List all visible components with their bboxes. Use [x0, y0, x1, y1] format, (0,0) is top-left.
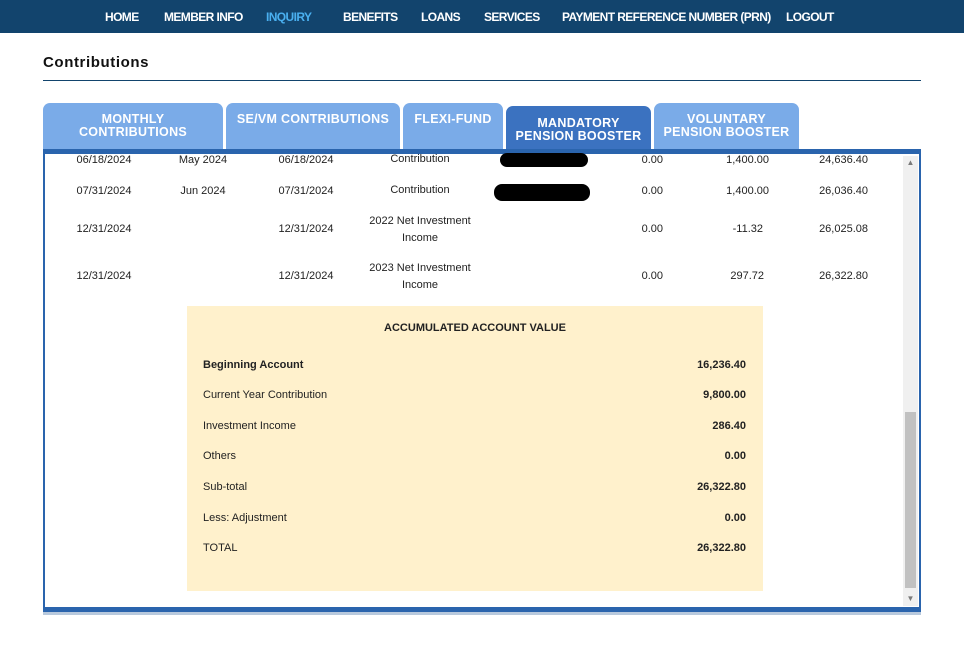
summary-label-investment-income: Investment Income: [203, 420, 296, 432]
summary-label-total: TOTAL: [203, 542, 238, 554]
tab-label-line2: PENSION BOOSTER: [663, 125, 790, 139]
amount-col1: 0.00: [641, 185, 663, 197]
amount-col2: -11.32: [732, 223, 763, 235]
scroll-up-arrow-icon[interactable]: ▲: [903, 156, 918, 170]
summary-value-less-adjustment: 0.00: [724, 512, 746, 524]
tab-mandatory-pension-booster[interactable]: MANDATORY PENSION BOOSTER: [506, 106, 651, 149]
panel-bottom-shadow: [43, 612, 921, 615]
tab-label-line2: CONTRIBUTIONS: [78, 125, 188, 139]
description-line1: Contribution: [390, 153, 450, 165]
summary-value-total: 26,322.80: [697, 542, 746, 554]
summary-value-others: 0.00: [724, 450, 746, 462]
transaction-description: Contribution: [360, 151, 480, 168]
vertical-scrollbar[interactable]: ▲ ▼: [903, 156, 918, 606]
top-navigation-bar: HOME MEMBER INFO INQUIRY BENEFITS LOANS …: [0, 0, 964, 33]
tab-flexi-fund[interactable]: FLEXI-FUND: [403, 103, 503, 149]
accumulated-title: ACCUMULATED ACCOUNT VALUE: [384, 322, 566, 334]
running-balance: 26,322.80: [819, 270, 868, 282]
summary-label-sub-total: Sub-total: [203, 481, 248, 493]
amount-col1: 0.00: [641, 223, 663, 235]
nav-inquiry[interactable]: INQUIRY: [266, 10, 312, 24]
running-balance: 26,025.08: [819, 223, 868, 235]
redaction-mark: [500, 153, 588, 167]
transaction-description: 2023 Net Investment Income: [360, 260, 480, 294]
nav-logout[interactable]: LOGOUT: [786, 10, 834, 24]
nav-services[interactable]: SERVICES: [484, 10, 540, 24]
transaction-description: Contribution: [360, 182, 480, 199]
running-balance: 24,636.40: [819, 154, 868, 166]
posting-date: 12/31/2024: [76, 223, 132, 235]
summary-value-sub-total: 26,322.80: [697, 481, 746, 493]
scrollbar-thumb[interactable]: [905, 412, 916, 588]
posting-date: 12/31/2024: [76, 270, 132, 282]
transaction-date: 12/31/2024: [278, 270, 334, 282]
amount-col2: 297.72: [730, 270, 764, 282]
applicable-period: May 2024: [178, 154, 228, 166]
description-line1: Contribution: [390, 184, 450, 196]
amount-col2: 1,400.00: [726, 154, 769, 166]
summary-value-current-year-contribution: 9,800.00: [703, 389, 746, 401]
page-title: Contributions: [43, 54, 150, 71]
amount-col2: 1,400.00: [726, 185, 769, 197]
tab-voluntary-pension-booster[interactable]: VOLUNTARY PENSION BOOSTER: [654, 103, 799, 149]
transaction-description: 2022 Net Investment Income: [360, 213, 480, 247]
nav-payment-reference-number[interactable]: PAYMENT REFERENCE NUMBER (PRN): [562, 10, 771, 24]
posting-date: 06/18/2024: [76, 154, 132, 166]
running-balance: 26,036.40: [819, 185, 868, 197]
summary-label-beginning-account: Beginning Account: [203, 359, 304, 371]
title-divider: [43, 80, 921, 81]
accumulated-account-value-box: ACCUMULATED ACCOUNT VALUE Beginning Acco…: [187, 306, 763, 591]
transaction-date: 07/31/2024: [278, 185, 334, 197]
amount-col1: 0.00: [641, 270, 663, 282]
redaction-mark: [494, 184, 590, 201]
amount-col1: 0.00: [641, 154, 663, 166]
tab-monthly-contributions[interactable]: MONTHLY CONTRIBUTIONS: [43, 103, 223, 149]
applicable-period: Jun 2024: [180, 185, 226, 197]
transaction-date: 06/18/2024: [278, 154, 334, 166]
description-line2: Income: [401, 279, 439, 291]
nav-loans[interactable]: LOANS: [421, 10, 461, 24]
tab-label-line2: PENSION BOOSTER: [515, 129, 642, 143]
tab-label-line1: SE/VM CONTRIBUTIONS: [236, 112, 390, 126]
transaction-date: 12/31/2024: [278, 223, 334, 235]
summary-value-investment-income: 286.40: [712, 420, 746, 432]
posting-date: 07/31/2024: [76, 185, 132, 197]
scroll-down-arrow-icon[interactable]: ▼: [903, 592, 918, 606]
tab-se-vm-contributions[interactable]: SE/VM CONTRIBUTIONS: [226, 103, 400, 149]
summary-label-less-adjustment: Less: Adjustment: [203, 512, 287, 524]
nav-member-info[interactable]: MEMBER INFO: [164, 10, 243, 24]
nav-benefits[interactable]: BENEFITS: [343, 10, 398, 24]
nav-home[interactable]: HOME: [105, 10, 139, 24]
summary-value-beginning-account: 16,236.40: [697, 359, 746, 371]
description-line1: 2023 Net Investment: [369, 262, 471, 274]
description-line2: Income: [401, 232, 439, 244]
summary-label-current-year-contribution: Current Year Contribution: [203, 389, 328, 401]
description-line1: 2022 Net Investment: [369, 215, 471, 227]
summary-label-others: Others: [203, 450, 237, 462]
tab-label-line1: FLEXI-FUND: [414, 112, 492, 126]
